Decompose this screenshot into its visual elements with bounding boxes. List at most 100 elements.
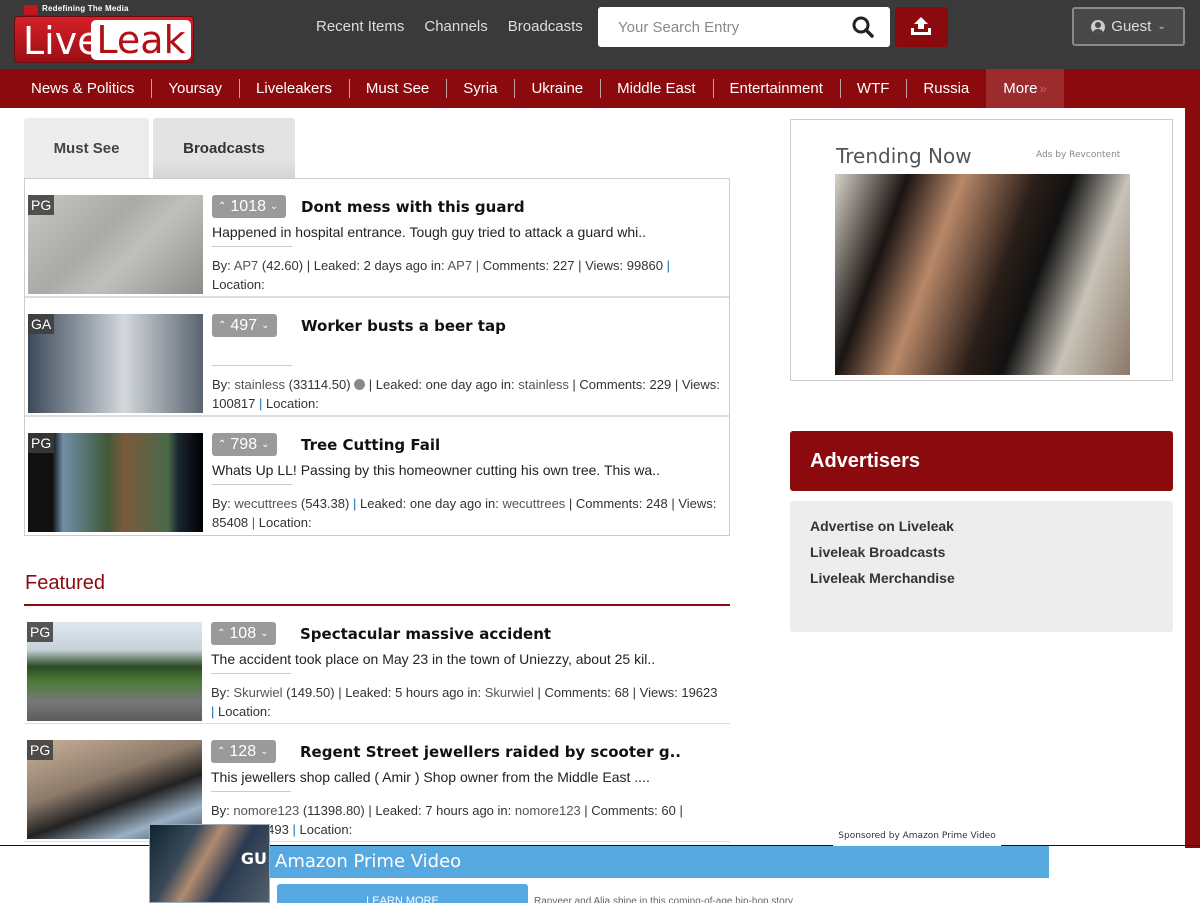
vote-count: 108 [229, 624, 257, 642]
item-meta: By: stainless (33114.50) | Leaked: one d… [212, 377, 720, 411]
trending-title: Trending Now [836, 144, 972, 168]
broadcasts-link[interactable]: Liveleak Broadcasts [810, 544, 1153, 560]
ad-image[interactable]: GU [149, 824, 270, 903]
vote-widget: ⌃ 798 ⌄ [212, 433, 278, 456]
comments-label: Comments: [591, 803, 658, 818]
divider [212, 365, 292, 366]
views-count: 85408 [212, 515, 249, 530]
tab-broadcasts[interactable]: Broadcasts [153, 118, 295, 178]
category-wtf[interactable]: WTF [839, 69, 906, 108]
in-label: in: [497, 803, 512, 818]
views-label: Views: [585, 258, 624, 273]
vote-up-icon[interactable]: ⌃ [218, 439, 226, 450]
tab-must-see[interactable]: Must See [24, 118, 149, 178]
rating-badge: PG [27, 740, 54, 760]
item-description: Happened in hospital entrance. Tough guy… [212, 224, 647, 240]
vote-down-icon[interactable]: ⌄ [260, 628, 268, 639]
broadcast-list: PG ⌃ 1018 ⌄ Dont mess with this guard Ha… [24, 178, 730, 536]
location-label: Location: [258, 515, 312, 530]
vote-count: 798 [230, 435, 258, 453]
item-title[interactable]: Spectacular massive accident [300, 625, 551, 643]
leaked-time: one day ago [409, 496, 482, 511]
status-dot-icon [354, 379, 366, 390]
category-russia[interactable]: Russia [906, 69, 986, 108]
user-circle-icon [1091, 19, 1106, 34]
advertise-link[interactable]: Advertise on Liveleak [810, 518, 1153, 534]
author-link[interactable]: Skurwiel [233, 685, 282, 700]
vote-widget: ⌃ 1018 ⌄ [212, 195, 287, 218]
item-title[interactable]: Dont mess with this guard [301, 198, 525, 216]
by-label: By: [211, 803, 230, 818]
vote-widget: ⌃ 108 ⌄ [211, 622, 277, 645]
category-more[interactable]: More » [986, 69, 1064, 108]
sponsored-label: Sponsored by Amazon Prime Video [833, 828, 1001, 846]
category-ukraine[interactable]: Ukraine [514, 69, 600, 108]
channel-link[interactable]: stainless [518, 377, 569, 392]
vote-down-icon[interactable]: ⌄ [260, 746, 268, 757]
vote-down-icon[interactable]: ⌄ [261, 439, 269, 450]
comments-label: Comments: [544, 685, 611, 700]
by-label: By: [212, 377, 231, 392]
video-thumbnail[interactable]: PG [28, 195, 203, 294]
video-thumbnail[interactable]: PG [28, 433, 203, 532]
nav-recent-items[interactable]: Recent Items [316, 18, 404, 35]
item-title[interactable]: Worker busts a beer tap [301, 317, 506, 335]
rating-badge: GA [28, 314, 55, 334]
item-description: The accident took place on May 23 in the… [211, 651, 656, 667]
vote-up-icon[interactable]: ⌃ [217, 746, 225, 757]
category-must-see[interactable]: Must See [348, 69, 446, 108]
ad-title-bar[interactable]: Amazon Prime Video [270, 846, 1049, 878]
vote-up-icon[interactable]: ⌃ [218, 320, 226, 331]
views-label: Views: [681, 377, 720, 392]
nav-broadcasts[interactable]: Broadcasts [508, 18, 583, 35]
channel-link[interactable]: nomore123 [515, 803, 581, 818]
category-entertainment[interactable]: Entertainment [712, 69, 840, 108]
category-middle-east[interactable]: Middle East [600, 69, 712, 108]
vote-up-icon[interactable]: ⌃ [217, 628, 225, 639]
channel-link[interactable]: wecuttrees [502, 496, 565, 511]
category-liveleakers[interactable]: Liveleakers [239, 69, 349, 108]
author-link[interactable]: wecuttrees [234, 496, 297, 511]
vote-up-icon[interactable]: ⌃ [218, 201, 226, 212]
vote-widget: ⌃ 128 ⌄ [211, 740, 277, 763]
channel-link[interactable]: Skurwiel [485, 685, 534, 700]
author-link[interactable]: AP7 [234, 258, 259, 273]
item-title[interactable]: Tree Cutting Fail [301, 436, 440, 454]
leaked-label: Leaked: [375, 377, 423, 392]
user-label: Guest [1111, 18, 1152, 35]
merchandise-link[interactable]: Liveleak Merchandise [810, 570, 1153, 586]
category-news-politics[interactable]: News & Politics [14, 69, 151, 108]
item-meta: By: nomore123 (11398.80) | Leaked: 7 hou… [211, 803, 683, 837]
leaked-time: 7 hours ago [425, 803, 494, 818]
learn-more-button[interactable]: LEARN MORE [277, 884, 528, 903]
liveleak-logo[interactable]: Redefining The Media Live Leak [14, 3, 194, 63]
video-thumbnail[interactable]: GA [28, 314, 203, 413]
views-count: 100817 [212, 396, 256, 411]
vote-down-icon[interactable]: ⌄ [261, 320, 269, 331]
by-label: By: [212, 258, 231, 273]
advertisers-heading: Advertisers [790, 431, 1173, 491]
vote-down-icon[interactable]: ⌄ [270, 201, 278, 212]
author-link[interactable]: nomore123 [233, 803, 299, 818]
category-yoursay[interactable]: Yoursay [151, 69, 239, 108]
author-score: (42.60) [261, 258, 304, 273]
category-syria[interactable]: Syria [446, 69, 514, 108]
user-menu-button[interactable]: Guest ⌄ [1072, 7, 1185, 46]
channel-link[interactable]: AP7 [447, 258, 472, 273]
logo-leak-text: Leak [91, 20, 191, 60]
divider [212, 246, 292, 247]
item-title[interactable]: Regent Street jewellers raided by scoote… [300, 743, 681, 761]
author-link[interactable]: stainless [234, 377, 285, 392]
search-icon[interactable] [852, 16, 874, 38]
nav-channels[interactable]: Channels [424, 18, 487, 35]
double-chevron-right-icon: » [1039, 81, 1047, 96]
in-label: in: [500, 377, 515, 392]
ads-by-link[interactable]: Ads by Revcontent [1036, 150, 1120, 160]
item-description: Whats Up LL! Passing by this homeowner c… [212, 462, 660, 478]
leaked-time: 5 hours ago [395, 685, 464, 700]
video-thumbnail[interactable]: PG [27, 622, 202, 721]
trending-image[interactable] [835, 174, 1130, 375]
item-meta: By: AP7 (42.60) | Leaked: 2 days ago in:… [212, 258, 670, 292]
upload-button[interactable] [895, 7, 948, 47]
search-input[interactable] [598, 7, 838, 47]
